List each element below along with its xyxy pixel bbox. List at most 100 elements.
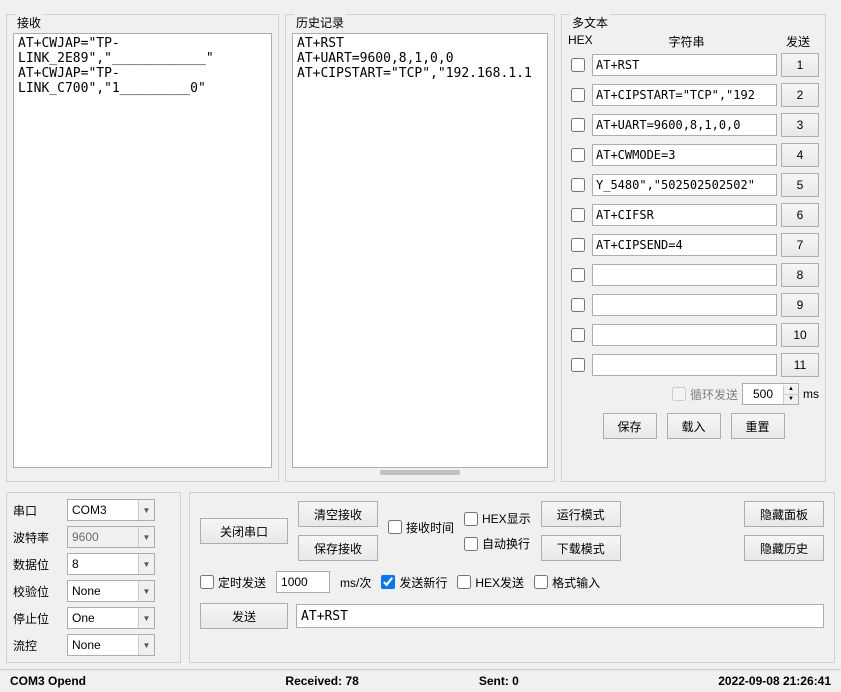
hex-display-label: HEX显示 bbox=[482, 510, 531, 527]
send-button[interactable]: 发送 bbox=[200, 603, 288, 629]
status-time: 2022-09-08 21:26:41 bbox=[718, 674, 831, 688]
multi-load-button[interactable]: 载入 bbox=[667, 413, 721, 439]
multi-reset-button[interactable]: 重置 bbox=[731, 413, 785, 439]
history-panel: 历史记录 bbox=[285, 14, 555, 482]
multi-row-checkbox[interactable] bbox=[571, 268, 585, 282]
multi-row: 2 bbox=[568, 83, 819, 107]
save-recv-button[interactable]: 保存接收 bbox=[298, 535, 378, 561]
chevron-down-icon[interactable]: ▼ bbox=[138, 608, 154, 628]
port-label: 串口 bbox=[13, 502, 61, 519]
chevron-down-icon[interactable]: ▼ bbox=[138, 635, 154, 655]
timed-send-checkbox[interactable] bbox=[200, 575, 214, 589]
port-combo[interactable]: COM3 ▼ bbox=[67, 499, 155, 521]
parity-combo[interactable]: None ▼ bbox=[67, 580, 155, 602]
baud-value: 9600 bbox=[68, 530, 138, 544]
hex-send-checkbox[interactable] bbox=[457, 575, 471, 589]
multi-row-send-button[interactable]: 9 bbox=[781, 293, 819, 317]
send-newline-checkbox[interactable] bbox=[381, 575, 395, 589]
multi-row-text-input[interactable] bbox=[592, 144, 777, 166]
multi-row-checkbox[interactable] bbox=[571, 208, 585, 222]
spinner-up-icon[interactable]: ▲ bbox=[784, 385, 798, 395]
multi-row-text-input[interactable] bbox=[592, 264, 777, 286]
multi-title: 多文本 bbox=[570, 14, 610, 31]
baud-combo[interactable]: 9600 ▼ bbox=[67, 526, 155, 548]
multi-row-checkbox[interactable] bbox=[571, 328, 585, 342]
multi-row-checkbox[interactable] bbox=[571, 298, 585, 312]
multi-row-text-input[interactable] bbox=[592, 84, 777, 106]
chevron-down-icon[interactable]: ▼ bbox=[138, 554, 154, 574]
port-settings-panel: 串口 COM3 ▼ 波特率 9600 ▼ 数据位 8 ▼ 校验位 None ▼ bbox=[6, 492, 181, 663]
parity-label: 校验位 bbox=[13, 583, 61, 600]
chevron-down-icon[interactable]: ▼ bbox=[138, 500, 154, 520]
close-port-button[interactable]: 关闭串口 bbox=[200, 518, 288, 544]
timed-unit-label: ms/次 bbox=[340, 574, 371, 591]
multi-row-checkbox[interactable] bbox=[571, 238, 585, 252]
multi-row: 7 bbox=[568, 233, 819, 257]
receive-title: 接收 bbox=[15, 14, 43, 31]
history-textarea[interactable] bbox=[292, 33, 548, 468]
multi-row-checkbox[interactable] bbox=[571, 178, 585, 192]
format-input-checkbox[interactable] bbox=[534, 575, 548, 589]
hex-display-checkbox[interactable] bbox=[464, 512, 478, 526]
databits-combo[interactable]: 8 ▼ bbox=[67, 553, 155, 575]
download-mode-button[interactable]: 下载模式 bbox=[541, 535, 621, 561]
multi-row: 9 bbox=[568, 293, 819, 317]
multi-row-send-button[interactable]: 2 bbox=[781, 83, 819, 107]
multi-row-checkbox[interactable] bbox=[571, 148, 585, 162]
auto-wrap-label: 自动换行 bbox=[482, 535, 530, 552]
status-received: Received: 78 bbox=[285, 674, 358, 688]
multi-row-text-input[interactable] bbox=[592, 324, 777, 346]
multi-row: 1 bbox=[568, 53, 819, 77]
multi-row-checkbox[interactable] bbox=[571, 58, 585, 72]
send-input[interactable] bbox=[296, 604, 824, 628]
multi-row-checkbox[interactable] bbox=[571, 358, 585, 372]
hide-panel-button[interactable]: 隐藏面板 bbox=[744, 501, 824, 527]
multi-row-checkbox[interactable] bbox=[571, 88, 585, 102]
timed-interval-input[interactable] bbox=[276, 571, 330, 593]
chevron-down-icon[interactable]: ▼ bbox=[138, 527, 154, 547]
multi-row-text-input[interactable] bbox=[592, 54, 777, 76]
multi-row-text-input[interactable] bbox=[592, 294, 777, 316]
timed-send-label: 定时发送 bbox=[218, 574, 266, 591]
multi-row: 4 bbox=[568, 143, 819, 167]
multi-save-button[interactable]: 保存 bbox=[603, 413, 657, 439]
multi-row-send-button[interactable]: 3 bbox=[781, 113, 819, 137]
hide-history-button[interactable]: 隐藏历史 bbox=[744, 535, 824, 561]
multi-row-send-button[interactable]: 1 bbox=[781, 53, 819, 77]
multi-row-send-button[interactable]: 10 bbox=[781, 323, 819, 347]
send-newline-label: 发送新行 bbox=[399, 574, 447, 591]
history-scroll-indicator bbox=[380, 470, 460, 475]
multi-row-send-button[interactable]: 5 bbox=[781, 173, 819, 197]
config-panel: 关闭串口 清空接收 保存接收 接收时间 HEX显示 自动换行 运行模式 下载模式… bbox=[189, 492, 835, 663]
multi-row-text-input[interactable] bbox=[592, 174, 777, 196]
baud-label: 波特率 bbox=[13, 529, 61, 546]
port-value: COM3 bbox=[68, 503, 138, 517]
loop-send-checkbox[interactable] bbox=[672, 387, 686, 401]
multi-row-send-button[interactable]: 7 bbox=[781, 233, 819, 257]
receive-panel: 接收 bbox=[6, 14, 279, 482]
parity-value: None bbox=[68, 584, 138, 598]
multi-row-send-button[interactable]: 4 bbox=[781, 143, 819, 167]
auto-wrap-checkbox[interactable] bbox=[464, 537, 478, 551]
multi-row: 3 bbox=[568, 113, 819, 137]
chevron-down-icon[interactable]: ▼ bbox=[138, 581, 154, 601]
recv-time-checkbox[interactable] bbox=[388, 520, 402, 534]
receive-textarea[interactable] bbox=[13, 33, 272, 468]
multi-row-send-button[interactable]: 8 bbox=[781, 263, 819, 287]
clear-recv-button[interactable]: 清空接收 bbox=[298, 501, 378, 527]
stopbits-combo[interactable]: One ▼ bbox=[67, 607, 155, 629]
multi-row-text-input[interactable] bbox=[592, 234, 777, 256]
multi-row-send-button[interactable]: 11 bbox=[781, 353, 819, 377]
multi-row-checkbox[interactable] bbox=[571, 118, 585, 132]
loop-interval-input[interactable] bbox=[743, 385, 783, 403]
multi-row-text-input[interactable] bbox=[592, 354, 777, 376]
multi-row-text-input[interactable] bbox=[592, 204, 777, 226]
spinner-down-icon[interactable]: ▼ bbox=[784, 395, 798, 404]
loop-send-label: 循环发送 bbox=[690, 386, 738, 403]
loop-interval-spinner[interactable]: ▲ ▼ bbox=[742, 383, 799, 405]
multi-row-text-input[interactable] bbox=[592, 114, 777, 136]
multi-row-send-button[interactable]: 6 bbox=[781, 203, 819, 227]
flow-combo[interactable]: None ▼ bbox=[67, 634, 155, 656]
run-mode-button[interactable]: 运行模式 bbox=[541, 501, 621, 527]
multi-header: HEX 字符串 发送 bbox=[568, 33, 819, 50]
